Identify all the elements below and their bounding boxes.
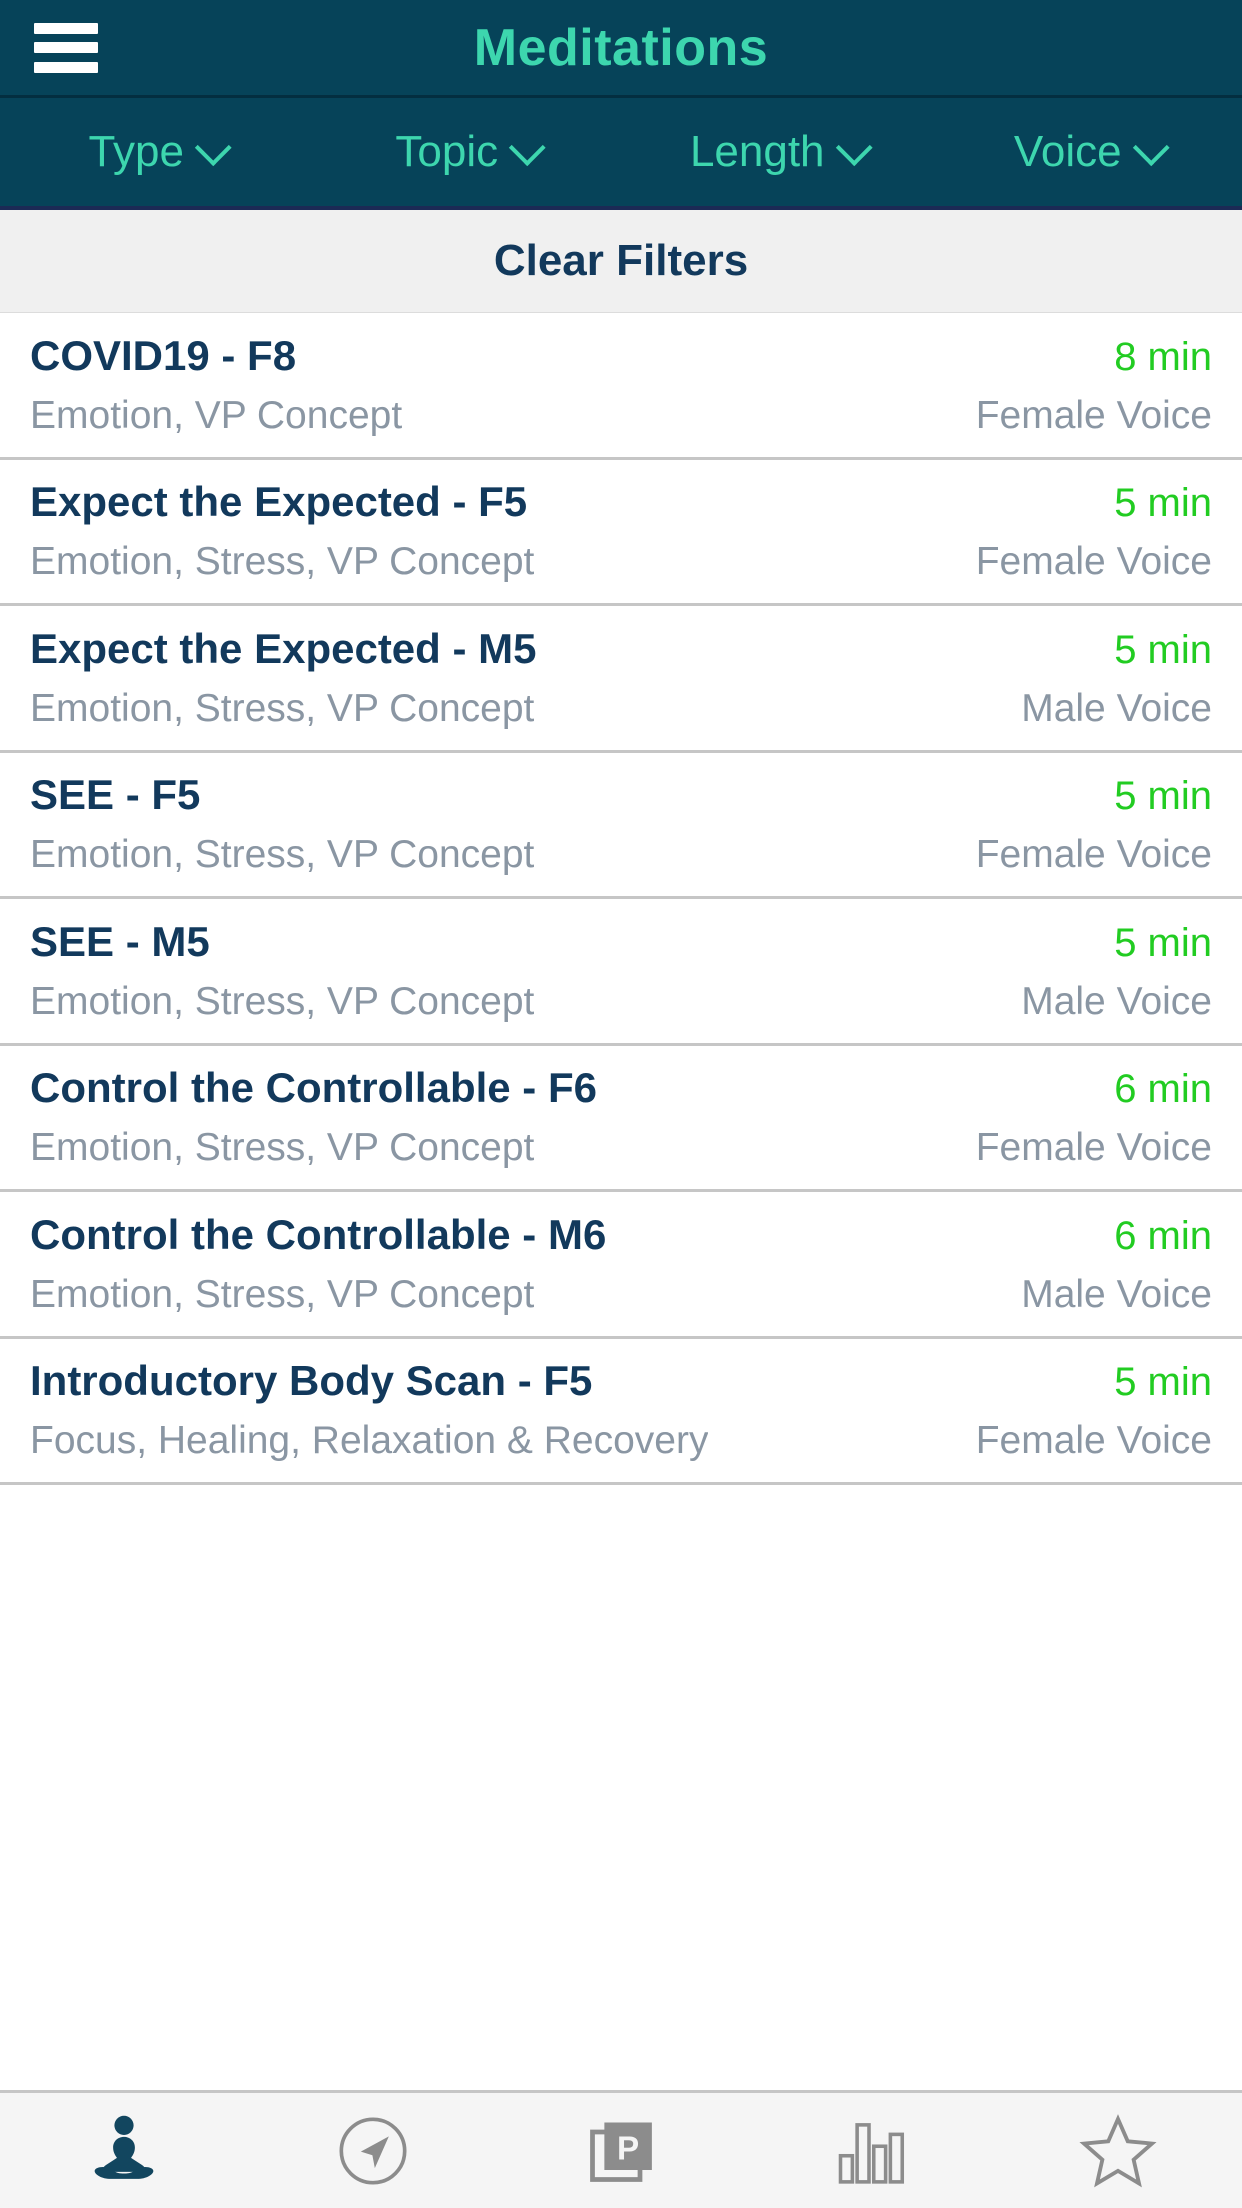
list-item-primary-row: SEE - F5 5 min — [30, 771, 1212, 819]
filter-type[interactable]: Type — [0, 127, 311, 177]
list-item-title: Expect the Expected - M5 — [30, 624, 537, 672]
hamburger-bar-2 — [34, 42, 98, 53]
meditation-list[interactable]: COVID19 - F8 8 min Emotion, VP Concept F… — [0, 313, 1242, 2090]
list-item[interactable]: Introductory Body Scan - F5 5 min Focus,… — [0, 1338, 1242, 1485]
list-item-primary-row: Control the Controllable - F6 6 min — [30, 1064, 1212, 1112]
list-item-title: SEE - M5 — [30, 917, 210, 965]
list-item-tags: Emotion, VP Concept — [30, 393, 403, 437]
chevron-down-icon — [835, 129, 873, 167]
list-item-secondary-row: Emotion, Stress, VP Concept Female Voice — [30, 540, 1212, 584]
list-item-secondary-row: Focus, Healing, Relaxation & Recovery Fe… — [30, 1419, 1212, 1463]
bottom-tab-bar: P — [0, 2090, 1242, 2208]
list-item-title: SEE - F5 — [30, 771, 201, 819]
p-cards-icon: P — [583, 2113, 659, 2189]
list-item[interactable]: Control the Controllable - M6 6 min Emot… — [0, 1192, 1242, 1339]
tab-favorites[interactable] — [994, 2093, 1242, 2208]
list-item-secondary-row: Emotion, Stress, VP Concept Male Voice — [30, 1273, 1212, 1317]
list-item-tags: Emotion, Stress, VP Concept — [30, 833, 535, 877]
tab-stats[interactable] — [745, 2093, 993, 2208]
list-item-secondary-row: Emotion, Stress, VP Concept Male Voice — [30, 980, 1212, 1024]
clear-filters-label: Clear Filters — [493, 236, 749, 285]
list-item[interactable]: Expect the Expected - M5 5 min Emotion, … — [0, 606, 1242, 753]
list-item-tags: Emotion, Stress, VP Concept — [30, 686, 535, 730]
chevron-down-icon — [1132, 129, 1170, 167]
list-item-secondary-row: Emotion, Stress, VP Concept Female Voice — [30, 1126, 1212, 1170]
compass-navigate-icon — [334, 2112, 412, 2190]
tab-meditations[interactable] — [0, 2093, 248, 2208]
chevron-down-icon — [508, 129, 546, 167]
list-item-tags: Emotion, Stress, VP Concept — [30, 540, 535, 584]
filter-bar: Type Topic Length Voice — [0, 98, 1242, 210]
list-item[interactable]: Control the Controllable - F6 6 min Emot… — [0, 1045, 1242, 1192]
list-item-duration: 5 min — [1114, 627, 1212, 672]
list-item-duration: 6 min — [1114, 1067, 1212, 1112]
tab-navigate[interactable] — [248, 2093, 496, 2208]
list-item-voice: Female Voice — [975, 833, 1212, 877]
clear-filters-button[interactable]: Clear Filters — [0, 210, 1242, 313]
list-item-primary-row: SEE - M5 5 min — [30, 918, 1212, 966]
list-item[interactable]: SEE - M5 5 min Emotion, Stress, VP Conce… — [0, 899, 1242, 1046]
list-item-primary-row: COVID19 - F8 8 min — [30, 332, 1212, 380]
app-header: Meditations — [0, 0, 1242, 98]
list-item-voice: Male Voice — [1021, 1272, 1212, 1316]
page-title: Meditations — [473, 18, 769, 77]
list-item-duration: 5 min — [1114, 774, 1212, 819]
list-item-secondary-row: Emotion, Stress, VP Concept Female Voice — [30, 833, 1212, 877]
list-item-tags: Focus, Healing, Relaxation & Recovery — [30, 1419, 709, 1463]
filter-topic[interactable]: Topic — [311, 127, 622, 177]
list-item-voice: Female Voice — [975, 1126, 1212, 1170]
list-item-primary-row: Introductory Body Scan - F5 5 min — [30, 1357, 1212, 1405]
list-item-duration: 5 min — [1114, 1360, 1212, 1405]
list-item[interactable]: SEE - F5 5 min Emotion, Stress, VP Conce… — [0, 752, 1242, 899]
list-item-tags: Emotion, Stress, VP Concept — [30, 1126, 535, 1170]
list-item-tags: Emotion, Stress, VP Concept — [30, 979, 535, 1023]
tab-programs[interactable]: P — [497, 2093, 745, 2208]
list-item-duration: 5 min — [1114, 481, 1212, 526]
list-item-voice: Female Voice — [975, 540, 1212, 584]
filter-length-label: Length — [689, 127, 825, 176]
meditation-lotus-icon — [83, 2110, 165, 2192]
list-item-secondary-row: Emotion, VP Concept Female Voice — [30, 394, 1212, 438]
list-item-primary-row: Control the Controllable - M6 6 min — [30, 1211, 1212, 1259]
list-item-title: Control the Controllable - M6 — [30, 1210, 607, 1258]
list-item-primary-row: Expect the Expected - F5 5 min — [30, 478, 1212, 526]
chevron-down-icon — [194, 129, 232, 167]
filter-length[interactable]: Length — [621, 127, 932, 177]
list-item-duration: 5 min — [1114, 920, 1212, 965]
list-item-voice: Male Voice — [1021, 979, 1212, 1023]
meditations-app-screen: Meditations Type Topic Length Voice Clea… — [0, 0, 1242, 2208]
star-icon — [1077, 2110, 1159, 2192]
list-item-title: COVID19 - F8 — [30, 331, 297, 379]
list-item-primary-row: Expect the Expected - M5 5 min — [30, 625, 1212, 673]
list-item-duration: 8 min — [1114, 334, 1212, 379]
list-item-secondary-row: Emotion, Stress, VP Concept Male Voice — [30, 687, 1212, 731]
bar-chart-icon — [831, 2113, 907, 2189]
list-item-voice: Male Voice — [1021, 686, 1212, 730]
list-item-duration: 6 min — [1114, 1213, 1212, 1258]
list-item-voice: Female Voice — [975, 393, 1212, 437]
hamburger-bar-3 — [34, 61, 98, 73]
filter-type-label: Type — [88, 127, 184, 176]
filter-voice[interactable]: Voice — [932, 127, 1242, 177]
filter-voice-label: Voice — [1013, 127, 1122, 176]
svg-text:P: P — [617, 2130, 639, 2167]
list-item-title: Expect the Expected - F5 — [30, 478, 528, 526]
hamburger-bar-1 — [34, 22, 98, 34]
list-item-voice: Female Voice — [975, 1419, 1212, 1463]
hamburger-menu-icon[interactable] — [34, 22, 98, 73]
list-item-tags: Emotion, Stress, VP Concept — [30, 1272, 535, 1316]
list-item[interactable]: Expect the Expected - F5 5 min Emotion, … — [0, 459, 1242, 606]
list-item-title: Control the Controllable - F6 — [30, 1064, 597, 1112]
list-item-title: Introductory Body Scan - F5 — [30, 1357, 593, 1405]
filter-topic-label: Topic — [395, 127, 499, 176]
list-item[interactable]: COVID19 - F8 8 min Emotion, VP Concept F… — [0, 313, 1242, 460]
